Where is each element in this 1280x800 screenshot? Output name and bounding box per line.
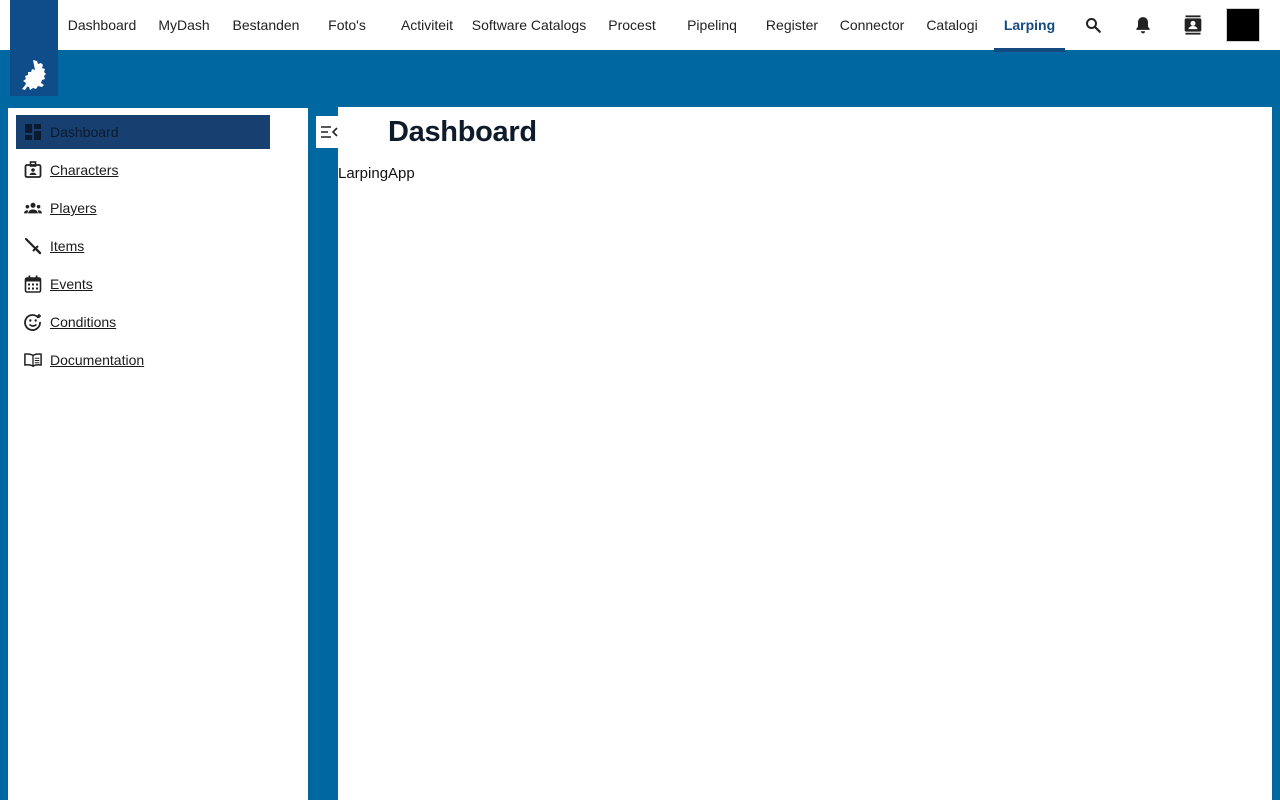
sidebar-item-players[interactable]: Players [16, 191, 270, 225]
sidebar-item-label: Dashboard [50, 124, 119, 140]
nav-activiteit[interactable]: Activiteit [392, 0, 462, 50]
netherlands-lion-logo-icon [22, 60, 46, 90]
app-name-text: LarpingApp [338, 165, 415, 182]
user-avatar[interactable] [1226, 8, 1260, 42]
sidebar-item-label: Documentation [50, 352, 145, 368]
sidebar-item-label: Events [50, 276, 93, 292]
sidebar-item-label: Characters [50, 162, 119, 178]
face-icon [24, 313, 42, 331]
sword-icon [24, 237, 42, 255]
sidebar-item-characters[interactable]: Characters [16, 153, 270, 187]
nav-procest[interactable]: Procest [596, 0, 668, 50]
sidebar: Dashboard Characters Players Items Event… [8, 108, 308, 800]
sidebar-item-label: Players [50, 200, 97, 216]
nav-connector[interactable]: Connector [836, 0, 908, 50]
main-content: Dashboard LarpingApp [338, 107, 1272, 800]
nav-pipelinq[interactable]: Pipelinq [676, 0, 748, 50]
search-icon[interactable] [1081, 13, 1105, 37]
sidebar-item-conditions[interactable]: Conditions [16, 305, 270, 339]
nav-mydash[interactable]: MyDash [150, 0, 218, 50]
nav-bestanden[interactable]: Bestanden [226, 0, 306, 50]
sidebar-item-documentation[interactable]: Documentation [16, 343, 270, 377]
dashboard-icon [24, 123, 42, 141]
page-title: Dashboard [388, 116, 537, 148]
sidebar-toggle-button[interactable] [316, 116, 342, 148]
top-navigation-bar: Dashboard MyDash Bestanden Foto's Activi… [0, 0, 1280, 52]
badge-icon [24, 161, 42, 179]
people-icon [24, 199, 42, 217]
nav-dashboard[interactable]: Dashboard [62, 0, 142, 50]
nav-fotos[interactable]: Foto's [312, 0, 382, 50]
nav-larping[interactable]: Larping [994, 0, 1065, 52]
sidebar-item-label: Conditions [50, 314, 117, 330]
nav-register[interactable]: Register [756, 0, 828, 50]
menu-collapse-icon [321, 126, 338, 138]
sidebar-item-label: Items [50, 238, 85, 254]
sidebar-item-events[interactable]: Events [16, 267, 270, 301]
nav-software-catalogs[interactable]: Software Catalogs [470, 0, 588, 50]
sidebar-item-items[interactable]: Items [16, 229, 270, 263]
book-icon [24, 351, 42, 369]
calendar-icon [24, 275, 42, 293]
nav-catalogi[interactable]: Catalogi [916, 0, 988, 50]
bell-icon[interactable] [1131, 13, 1155, 37]
contacts-icon[interactable] [1181, 13, 1205, 37]
sidebar-item-dashboard[interactable]: Dashboard [16, 115, 270, 149]
app-logo[interactable] [10, 0, 58, 96]
